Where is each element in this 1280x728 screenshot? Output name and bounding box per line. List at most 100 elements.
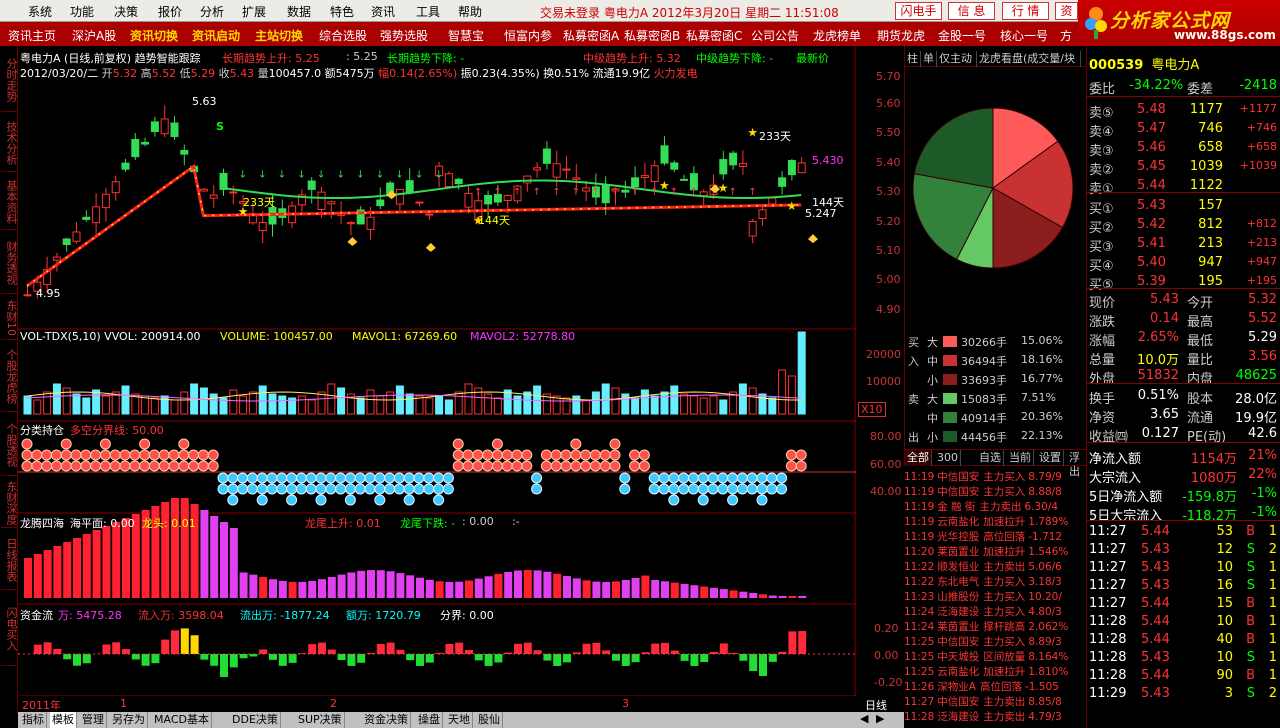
left-tab-3[interactable]: 财务透视 <box>1 232 18 294</box>
toolbar-item-9[interactable]: 私募密函A <box>563 27 619 44</box>
tick-direction: B <box>1246 614 1255 629</box>
left-tab-8[interactable]: 日线报表 <box>1 530 18 590</box>
left-tab-7[interactable]: 东财深度 <box>1 478 18 528</box>
dragon-bar <box>425 579 434 598</box>
down-arrow-icon: ↓ <box>337 170 345 181</box>
left-tab-1[interactable]: 技术分析 <box>1 114 18 172</box>
toolbar-item-6[interactable]: 强势选股 <box>380 27 428 44</box>
news-row[interactable]: 11:20 莱茵置业 加速拉升 1.546% <box>904 544 1086 559</box>
flow-tab-3[interactable]: 龙虎看盘(成交量/块 <box>977 51 1081 67</box>
news-row[interactable]: 11:28 泛海建设 主力卖出 4.79/3 <box>904 709 1086 724</box>
brand-banner[interactable]: 分析家公式网 www.88gs.com <box>1078 0 1280 46</box>
left-tab-2[interactable]: 基本资料 <box>1 174 18 230</box>
stat-label: 股本 <box>1187 392 1214 407</box>
menu-item-5[interactable]: 扩展 <box>242 3 266 20</box>
top-button-0[interactable]: 闪电手 <box>895 2 942 20</box>
toolbar-item-13[interactable]: 龙虎榜单 <box>813 27 861 44</box>
left-tab-4[interactable]: 东财10 <box>1 296 18 340</box>
flow-subtab-2[interactable]: 自选 <box>977 450 1004 466</box>
bottom-tab-4[interactable]: MACD基本 <box>152 712 212 728</box>
menu-item-1[interactable]: 功能 <box>70 3 94 20</box>
toolbar-item-3[interactable]: 资讯启动 <box>192 27 240 44</box>
menu-item-0[interactable]: 系统 <box>28 3 52 20</box>
toolbar-item-14[interactable]: 期货龙虎 <box>877 27 925 44</box>
toolbar-item-8[interactable]: 恒富内参 <box>504 27 552 44</box>
news-row[interactable]: 11:24 莱茵置业 撑杆跳高 2.062% <box>904 619 1086 634</box>
menu-item-3[interactable]: 报价 <box>158 3 182 20</box>
scroll-left-icon[interactable]: ◀ <box>860 712 868 725</box>
left-tab-6[interactable]: 个股透视 <box>1 414 18 476</box>
flow-tab-1[interactable]: 单 <box>921 51 937 67</box>
bottom-tab-1[interactable]: 模板 <box>50 712 77 728</box>
bull-position-dot <box>501 460 513 472</box>
toolbar-item-10[interactable]: 私募密函B <box>624 27 680 44</box>
news-row[interactable]: 11:24 泛海建设 主力买入 4.80/3 <box>904 604 1086 619</box>
news-row[interactable]: 11:23 山推股份 主力买入 10.20/ <box>904 589 1086 604</box>
flow-tab-0[interactable]: 柱 <box>905 51 921 67</box>
flow-subtab-1[interactable]: 300 <box>935 450 961 466</box>
bottom-tab-9[interactable]: 天地 <box>446 712 473 728</box>
news-row[interactable]: 11:19 光华控股 高位回落 -1.712 <box>904 529 1086 544</box>
toolbar-item-2[interactable]: 资讯切换 <box>130 27 178 44</box>
toolbar-item-15[interactable]: 金股一号 <box>938 27 986 44</box>
left-tab-0[interactable]: 分时走势 <box>1 48 18 112</box>
news-row[interactable]: 11:25 云南盐化 加速拉升 1.810% <box>904 664 1086 679</box>
toolbar-item-12[interactable]: 公司公告 <box>751 27 799 44</box>
menu-item-2[interactable]: 决策 <box>114 3 138 20</box>
menu-item-8[interactable]: 资讯 <box>371 3 395 20</box>
menu-item-9[interactable]: 工具 <box>416 3 440 20</box>
toolbar-item-11[interactable]: 私募密函C <box>686 27 742 44</box>
toolbar-item-17[interactable]: 方 <box>1060 27 1072 44</box>
bottom-tab-7[interactable]: 资金决策 <box>362 712 411 728</box>
left-tab-5[interactable]: 个股龙虎榜 <box>1 342 18 412</box>
news-row[interactable]: 11:19 金 融 街主力卖出 6.30/4 <box>904 499 1086 514</box>
news-row[interactable]: 11:26 深物业A 高位回落 -1.505 <box>904 679 1086 694</box>
dragon-bar <box>553 573 562 598</box>
toolbar-item-0[interactable]: 资讯主页 <box>8 27 56 44</box>
volume-bar <box>660 391 669 415</box>
top-button-2[interactable]: 行 情 <box>1002 2 1049 20</box>
news-row[interactable]: 11:19 云南盐化 加速拉升 1.789% <box>904 514 1086 529</box>
toolbar-item-7[interactable]: 智慧宝 <box>448 27 484 44</box>
menu-item-6[interactable]: 数据 <box>287 3 311 20</box>
toolbar-item-5[interactable]: 综合选股 <box>319 27 367 44</box>
toolbar-item-4[interactable]: 主站切换 <box>255 27 303 44</box>
flow-subtab-0[interactable]: 全部 <box>905 450 932 466</box>
news-row[interactable]: 11:25 中天城投 区间放量 8.164% <box>904 649 1086 664</box>
bottom-tab-0[interactable]: 指标 <box>20 712 47 728</box>
menu-item-7[interactable]: 特色 <box>330 3 354 20</box>
bear-position-dot <box>727 494 739 506</box>
bottom-tab-8[interactable]: 操盘 <box>416 712 443 728</box>
menu-item-10[interactable]: 帮助 <box>458 3 482 20</box>
menu-item-4[interactable]: 分析 <box>200 3 224 20</box>
news-row[interactable]: 11:19 中信国安 主力买入 8.79/9 <box>904 469 1086 484</box>
period-label[interactable]: 日线 <box>865 697 887 713</box>
fund-flow-bar <box>131 654 140 660</box>
dragon-bar <box>768 595 777 598</box>
bottom-tab-5[interactable]: DDE决策 <box>230 712 281 728</box>
news-row[interactable]: 11:25 中信国安 主力买入 8.89/3 <box>904 634 1086 649</box>
bottom-tab-3[interactable]: 另存为 <box>110 712 148 728</box>
flow-tab-2[interactable]: 仅主动 <box>937 51 977 67</box>
candle-body <box>523 175 532 184</box>
kline-chart-svg[interactable]: ↓ ↓ ↓ ↓ ↓ ↓ ↓ ↓ ↓ ↓ ↓↑ ↑ ↑ ↑ ↑ ↑ ↑ ↑ ↑ ↑ ↑ ↑ ↑ ↑ ↑★★★★★ ★ <box>18 46 856 696</box>
scroll-controls[interactable]: ◀ ▶ <box>856 712 904 728</box>
left-tab-9[interactable]: 闪电买入 <box>1 592 18 666</box>
flow-subtab-3[interactable]: 当前 <box>1007 450 1034 466</box>
toolbar-item-1[interactable]: 深沪A股 <box>72 27 116 44</box>
news-row[interactable]: 11:22 顺发恒业 主力卖出 5.06/6 <box>904 559 1086 574</box>
news-time: 11:19 <box>904 531 935 543</box>
chart-area[interactable]: ↓ ↓ ↓ ↓ ↓ ↓ ↓ ↓ ↓ ↓ ↓ ↑ ↑ ↑ ↑ ↑ ↑ ↑ ↑ ↑ ↑ ↑ ↑ ↑ ↑ ↑ ★ ★ ★ ★ ★ ★ <box>18 46 856 696</box>
news-row[interactable]: 11:22 东北电气 主力买入 3.18/3 <box>904 574 1086 589</box>
volume-bar <box>278 395 287 415</box>
flow-subtab-4[interactable]: 设置 <box>1037 450 1064 466</box>
top-button-3[interactable]: 资 <box>1055 2 1078 20</box>
bottom-tab-2[interactable]: 管理 <box>80 712 107 728</box>
scroll-right-icon[interactable]: ▶ <box>876 712 884 725</box>
bottom-tab-6[interactable]: SUP决策 <box>296 712 345 728</box>
news-row[interactable]: 11:27 中信国安 主力卖出 8.85/8 <box>904 694 1086 709</box>
toolbar-item-16[interactable]: 核心一号 <box>1000 27 1048 44</box>
news-row[interactable]: 11:19 中信国安 主力买入 8.88/8 <box>904 484 1086 499</box>
top-button-1[interactable]: 信 息 <box>948 2 995 20</box>
bottom-tab-10[interactable]: 股仙 <box>476 712 503 728</box>
